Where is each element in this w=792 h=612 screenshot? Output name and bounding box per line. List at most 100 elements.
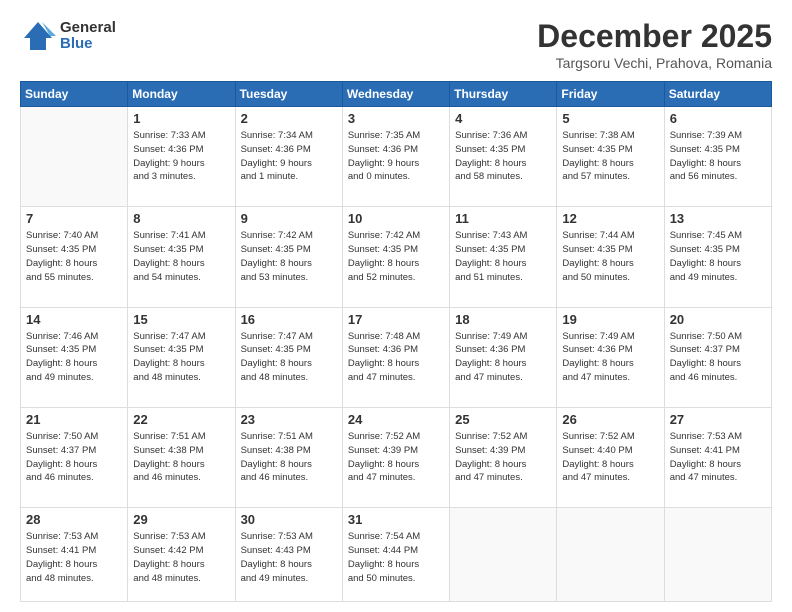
logo-icon [20, 18, 56, 54]
col-friday: Friday [557, 82, 664, 107]
day-info: Sunrise: 7:52 AM Sunset: 4:39 PM Dayligh… [455, 430, 551, 485]
day-info: Sunrise: 7:36 AM Sunset: 4:35 PM Dayligh… [455, 129, 551, 184]
table-row: 7Sunrise: 7:40 AM Sunset: 4:35 PM Daylig… [21, 207, 128, 307]
table-row: 11 Sunrise: 7:43 AM Sunset: 4:35 PM Dayli… [450, 207, 557, 307]
day-number: 6 [670, 111, 766, 126]
table-row: 4 Sunrise: 7:36 AM Sunset: 4:35 PM Daylig… [450, 107, 557, 207]
table-row: 8Sunrise: 7:41 AM Sunset: 4:35 PM Daylig… [128, 207, 235, 307]
day-number: 1 [133, 111, 229, 126]
day-info: Sunrise: 7:45 AM Sunset: 4:35 PM Dayligh… [670, 229, 766, 284]
day-number: 7 [26, 211, 122, 226]
day-info: Sunrise: 7:42 AM Sunset: 4:35 PM Dayligh… [241, 229, 337, 284]
day-info: Sunrise: 7:33 AM Sunset: 4:36 PM Dayligh… [133, 129, 229, 184]
day-info: Sunrise: 7:53 AM Sunset: 4:42 PM Dayligh… [133, 530, 229, 585]
day-number: 29 [133, 512, 229, 527]
day-info: Sunrise: 7:48 AM Sunset: 4:36 PM Dayligh… [348, 330, 444, 385]
table-row: 18 Sunrise: 7:49 AM Sunset: 4:36 PM Dayli… [450, 307, 557, 407]
main-title: December 2025 [537, 18, 772, 55]
day-number: 9 [241, 211, 337, 226]
day-number: 24 [348, 412, 444, 427]
table-row: 9 Sunrise: 7:42 AM Sunset: 4:35 PM Daylig… [235, 207, 342, 307]
day-info: Sunrise: 7:49 AM Sunset: 4:36 PM Dayligh… [455, 330, 551, 385]
day-number: 2 [241, 111, 337, 126]
day-info: Sunrise: 7:53 AM Sunset: 4:41 PM Dayligh… [26, 530, 122, 585]
day-number: 27 [670, 412, 766, 427]
table-row: 5Sunrise: 7:38 AM Sunset: 4:35 PM Daylig… [557, 107, 664, 207]
col-monday: Monday [128, 82, 235, 107]
day-info: Sunrise: 7:47 AM Sunset: 4:35 PM Dayligh… [133, 330, 229, 385]
day-number: 11 [455, 211, 551, 226]
table-row: 1 Sunrise: 7:33 AM Sunset: 4:36 PM Daylig… [128, 107, 235, 207]
day-info: Sunrise: 7:42 AM Sunset: 4:35 PM Dayligh… [348, 229, 444, 284]
col-thursday: Thursday [450, 82, 557, 107]
table-row: 12 Sunrise: 7:44 AM Sunset: 4:35 PM Dayli… [557, 207, 664, 307]
day-info: Sunrise: 7:41 AM Sunset: 4:35 PM Dayligh… [133, 229, 229, 284]
table-row [664, 508, 771, 602]
col-sunday: Sunday [21, 82, 128, 107]
table-row: 19 Sunrise: 7:49 AM Sunset: 4:36 PM Dayli… [557, 307, 664, 407]
col-tuesday: Tuesday [235, 82, 342, 107]
day-info: Sunrise: 7:52 AM Sunset: 4:40 PM Dayligh… [562, 430, 658, 485]
day-info: Sunrise: 7:53 AM Sunset: 4:41 PM Dayligh… [670, 430, 766, 485]
day-number: 12 [562, 211, 658, 226]
table-row: 2 Sunrise: 7:34 AM Sunset: 4:36 PM Daylig… [235, 107, 342, 207]
logo-blue-text: Blue [60, 36, 116, 53]
page: General Blue December 2025 Targsoru Vech… [0, 0, 792, 612]
table-row: 3 Sunrise: 7:35 AM Sunset: 4:36 PM Daylig… [342, 107, 449, 207]
day-number: 18 [455, 312, 551, 327]
table-row: 30Sunrise: 7:53 AM Sunset: 4:43 PM Dayli… [235, 508, 342, 602]
day-number: 22 [133, 412, 229, 427]
day-number: 23 [241, 412, 337, 427]
table-row: 17 Sunrise: 7:48 AM Sunset: 4:36 PM Dayli… [342, 307, 449, 407]
calendar-table: Sunday Monday Tuesday Wednesday Thursday… [20, 81, 772, 602]
title-block: December 2025 Targsoru Vechi, Prahova, R… [537, 18, 772, 71]
day-number: 25 [455, 412, 551, 427]
table-row [450, 508, 557, 602]
header: General Blue December 2025 Targsoru Vech… [20, 18, 772, 71]
table-row: 10 Sunrise: 7:42 AM Sunset: 4:35 PM Dayli… [342, 207, 449, 307]
table-row [21, 107, 128, 207]
day-info: Sunrise: 7:44 AM Sunset: 4:35 PM Dayligh… [562, 229, 658, 284]
table-row: 16 Sunrise: 7:47 AM Sunset: 4:35 PM Dayli… [235, 307, 342, 407]
day-number: 17 [348, 312, 444, 327]
day-info: Sunrise: 7:47 AM Sunset: 4:35 PM Dayligh… [241, 330, 337, 385]
logo-general-text: General [60, 20, 116, 37]
day-info: Sunrise: 7:50 AM Sunset: 4:37 PM Dayligh… [670, 330, 766, 385]
subtitle: Targsoru Vechi, Prahova, Romania [537, 55, 772, 71]
table-row: 28Sunrise: 7:53 AM Sunset: 4:41 PM Dayli… [21, 508, 128, 602]
day-number: 26 [562, 412, 658, 427]
table-row: 27 Sunrise: 7:53 AM Sunset: 4:41 PM Dayli… [664, 408, 771, 508]
table-row: 26 Sunrise: 7:52 AM Sunset: 4:40 PM Dayli… [557, 408, 664, 508]
col-wednesday: Wednesday [342, 82, 449, 107]
day-info: Sunrise: 7:51 AM Sunset: 4:38 PM Dayligh… [241, 430, 337, 485]
day-number: 10 [348, 211, 444, 226]
table-row: 13Sunrise: 7:45 AM Sunset: 4:35 PM Dayli… [664, 207, 771, 307]
day-number: 4 [455, 111, 551, 126]
table-row: 23 Sunrise: 7:51 AM Sunset: 4:38 PM Dayli… [235, 408, 342, 508]
day-number: 20 [670, 312, 766, 327]
table-row: 6Sunrise: 7:39 AM Sunset: 4:35 PM Daylig… [664, 107, 771, 207]
day-info: Sunrise: 7:52 AM Sunset: 4:39 PM Dayligh… [348, 430, 444, 485]
day-number: 19 [562, 312, 658, 327]
table-row: 15 Sunrise: 7:47 AM Sunset: 4:35 PM Dayli… [128, 307, 235, 407]
table-row: 21Sunrise: 7:50 AM Sunset: 4:37 PM Dayli… [21, 408, 128, 508]
day-info: Sunrise: 7:49 AM Sunset: 4:36 PM Dayligh… [562, 330, 658, 385]
day-info: Sunrise: 7:51 AM Sunset: 4:38 PM Dayligh… [133, 430, 229, 485]
day-number: 31 [348, 512, 444, 527]
calendar-header-row: Sunday Monday Tuesday Wednesday Thursday… [21, 82, 772, 107]
day-number: 3 [348, 111, 444, 126]
day-number: 16 [241, 312, 337, 327]
table-row: 20 Sunrise: 7:50 AM Sunset: 4:37 PM Dayli… [664, 307, 771, 407]
day-info: Sunrise: 7:38 AM Sunset: 4:35 PM Dayligh… [562, 129, 658, 184]
day-number: 30 [241, 512, 337, 527]
day-number: 15 [133, 312, 229, 327]
table-row: 22 Sunrise: 7:51 AM Sunset: 4:38 PM Dayli… [128, 408, 235, 508]
table-row: 14Sunrise: 7:46 AM Sunset: 4:35 PM Dayli… [21, 307, 128, 407]
day-info: Sunrise: 7:35 AM Sunset: 4:36 PM Dayligh… [348, 129, 444, 184]
day-number: 21 [26, 412, 122, 427]
day-info: Sunrise: 7:34 AM Sunset: 4:36 PM Dayligh… [241, 129, 337, 184]
table-row [557, 508, 664, 602]
logo: General Blue [20, 18, 116, 54]
table-row: 31Sunrise: 7:54 AM Sunset: 4:44 PM Dayli… [342, 508, 449, 602]
day-info: Sunrise: 7:43 AM Sunset: 4:35 PM Dayligh… [455, 229, 551, 284]
